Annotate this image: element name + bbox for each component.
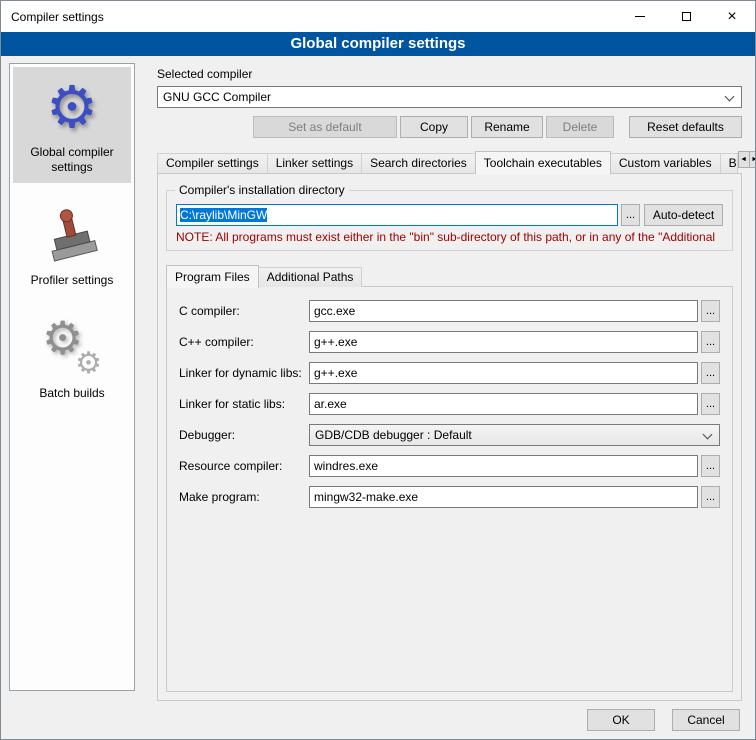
c-compiler-label: C compiler:: [179, 304, 309, 318]
minimize-button[interactable]: [617, 1, 663, 32]
maximize-button[interactable]: [663, 1, 709, 32]
sidebar-item-label: Global compiler settings: [15, 145, 129, 175]
sidebar-item-label: Batch builds: [39, 386, 104, 401]
make-program-label: Make program:: [179, 490, 309, 504]
cpp-compiler-input[interactable]: [309, 331, 698, 353]
installation-directory-row: C:\raylib\MinGW ... Auto-detect: [176, 204, 723, 226]
installation-directory-group-label: Compiler's installation directory: [175, 183, 349, 197]
field-row-linker-dynamic: Linker for dynamic libs: ...: [179, 362, 720, 384]
bin-subdirectory-note: NOTE: All programs must exist either in …: [176, 230, 723, 244]
tab-custom-variables[interactable]: Custom variables: [610, 153, 721, 173]
window-controls: ×: [617, 1, 755, 32]
window-title: Compiler settings: [1, 10, 104, 24]
dialog-footer: OK Cancel: [587, 709, 740, 731]
field-row-cpp-compiler: C++ compiler: ...: [179, 331, 720, 353]
debugger-select-value: GDB/CDB debugger : Default: [315, 428, 472, 442]
arrow-right-icon: ►: [751, 156, 756, 163]
tab-build-options[interactable]: Build: [720, 153, 738, 173]
tab-compiler-settings[interactable]: Compiler settings: [157, 153, 268, 173]
linker-dynamic-input[interactable]: [309, 362, 698, 384]
sidebar-item-profiler-settings[interactable]: Profiler settings: [13, 195, 131, 296]
arrow-left-icon: ◄: [740, 156, 747, 163]
resource-compiler-browse-button[interactable]: ...: [701, 455, 720, 477]
sidebar-item-label: Profiler settings: [31, 273, 114, 288]
settings-tabstrip: Compiler settings Linker settings Search…: [157, 151, 742, 173]
toolchain-executables-panel: Compiler's installation directory C:\ray…: [157, 173, 742, 701]
linker-static-browse-button[interactable]: ...: [701, 393, 720, 415]
make-program-input[interactable]: [309, 486, 698, 508]
ok-button[interactable]: OK: [587, 709, 655, 731]
delete-button[interactable]: Delete: [546, 116, 614, 138]
cancel-button[interactable]: Cancel: [672, 709, 740, 731]
close-icon: ×: [727, 9, 736, 25]
field-row-debugger: Debugger: GDB/CDB debugger : Default: [179, 424, 720, 446]
maximize-icon: [682, 12, 691, 21]
linker-dynamic-label: Linker for dynamic libs:: [179, 366, 309, 380]
make-program-browse-button[interactable]: ...: [701, 486, 720, 508]
debugger-label: Debugger:: [179, 428, 309, 442]
field-row-make-program: Make program: ...: [179, 486, 720, 508]
installation-dir-browse-button[interactable]: ...: [621, 204, 640, 226]
chevron-down-icon: [703, 430, 713, 440]
tab-scroll-right-button[interactable]: ►: [749, 151, 756, 168]
minimize-icon: [635, 16, 645, 17]
cpp-compiler-label: C++ compiler:: [179, 335, 309, 349]
program-files-tabstrip: Program Files Additional Paths: [166, 265, 733, 287]
copy-button[interactable]: Copy: [400, 116, 468, 138]
rename-button[interactable]: Rename: [471, 116, 543, 138]
installation-dir-selected-text: C:\raylib\MinGW: [180, 208, 267, 222]
tab-additional-paths[interactable]: Additional Paths: [258, 267, 363, 287]
linker-static-label: Linker for static libs:: [179, 397, 309, 411]
sidebar-item-batch-builds[interactable]: ⚙ ⚙ Batch builds: [13, 308, 131, 409]
compiler-settings-dialog: Compiler settings × Global compiler sett…: [0, 0, 756, 740]
installation-dir-input[interactable]: C:\raylib\MinGW: [176, 204, 618, 226]
global-compiler-gear-icon: ⚙: [46, 75, 98, 141]
batch-builds-gears-icon: ⚙ ⚙: [42, 316, 102, 382]
tab-search-directories[interactable]: Search directories: [361, 153, 476, 173]
sidebar-item-global-compiler-settings[interactable]: ⚙ Global compiler settings: [13, 67, 131, 183]
set-as-default-button[interactable]: Set as default: [253, 116, 397, 138]
chevron-down-icon: [725, 92, 735, 102]
cpp-compiler-browse-button[interactable]: ...: [701, 331, 720, 353]
tab-toolchain-executables[interactable]: Toolchain executables: [475, 151, 611, 174]
debugger-select[interactable]: GDB/CDB debugger : Default: [309, 424, 720, 446]
c-compiler-browse-button[interactable]: ...: [701, 300, 720, 322]
profiler-tool-icon: [43, 203, 101, 269]
page-title: Global compiler settings: [1, 32, 755, 56]
linker-static-input[interactable]: [309, 393, 698, 415]
reset-defaults-button[interactable]: Reset defaults: [629, 116, 742, 138]
sidebar: ⚙ Global compiler settings Profiler sett…: [9, 63, 135, 691]
resource-compiler-input[interactable]: [309, 455, 698, 477]
main-content: Selected compiler GNU GCC Compiler Set a…: [146, 63, 749, 711]
compiler-actions: Set as default Copy Rename Delete Reset …: [157, 116, 742, 138]
auto-detect-button[interactable]: Auto-detect: [644, 204, 723, 226]
field-row-linker-static: Linker for static libs: ...: [179, 393, 720, 415]
field-row-c-compiler: C compiler: ...: [179, 300, 720, 322]
tab-scroll-arrows: ◄ ►: [738, 151, 756, 168]
title-bar: Compiler settings ×: [1, 1, 755, 32]
compiler-select[interactable]: GNU GCC Compiler: [157, 86, 742, 108]
field-row-resource-compiler: Resource compiler: ...: [179, 455, 720, 477]
program-files-panel: C compiler: ... C++ compiler: ... Linker…: [166, 286, 733, 692]
tab-program-files[interactable]: Program Files: [166, 265, 259, 288]
compiler-select-value: GNU GCC Compiler: [163, 90, 271, 104]
close-button[interactable]: ×: [709, 1, 755, 32]
linker-dynamic-browse-button[interactable]: ...: [701, 362, 720, 384]
tab-linker-settings[interactable]: Linker settings: [267, 153, 362, 173]
installation-directory-group: Compiler's installation directory C:\ray…: [166, 190, 733, 251]
resource-compiler-label: Resource compiler:: [179, 459, 309, 473]
selected-compiler-label: Selected compiler: [157, 67, 742, 81]
c-compiler-input[interactable]: [309, 300, 698, 322]
